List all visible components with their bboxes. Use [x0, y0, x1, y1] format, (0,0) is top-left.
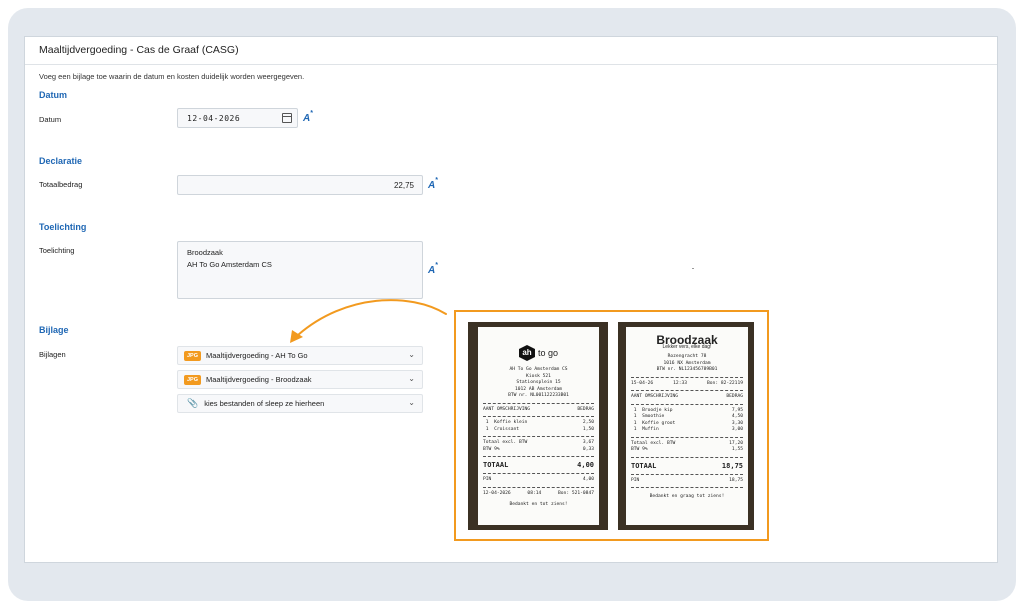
receipt-address-line: BTW nr. NL123456789B01 — [656, 367, 718, 372]
section-title-datum: Datum — [39, 90, 68, 100]
receipt-thanks: Bedankt en graag tot ziens! — [649, 494, 725, 499]
receipt-thanks: Bedankt en tot ziens! — [509, 502, 568, 507]
upload-dropzone[interactable]: 📎 kies bestanden of sleep ze hierheen ⌄ — [177, 394, 423, 413]
receipt-col-head: AANT OMSCHRIJVING — [631, 394, 679, 399]
receipt-col-head: AANT OMSCHRIJVING — [483, 406, 531, 412]
panel-title: Maaltijdvergoeding - Cas de Graaf (CASG) — [25, 37, 997, 65]
toelichting-textarea[interactable]: Broodzaak AH To Go Amsterdam CS — [177, 241, 423, 299]
attachment-item[interactable]: JPG Maaltijdvergoeding - Broodzaak ⌄ — [177, 370, 423, 389]
receipt-datetime: 15-04-26 12:33 Bon: 82-22119 — [631, 380, 743, 386]
toelichting-line-1: Broodzaak — [187, 248, 223, 257]
receipt-broodzaak: Broodzaak Lekker vers, elke dag! Rozengr… — [626, 327, 748, 525]
receipt-subtitle: Lekker vers, elke dag! — [662, 343, 712, 350]
section-title-bijlage: Bijlage — [39, 325, 69, 335]
datum-label: Datum — [39, 115, 62, 124]
stray-dot — [692, 268, 694, 269]
receipt-total: TOTAAL 4,00 — [483, 461, 594, 469]
toelichting-label: Toelichting — [39, 246, 75, 255]
section-title-toelichting: Toelichting — [39, 222, 87, 232]
chevron-down-icon[interactable]: ⌄ — [408, 398, 415, 407]
receipt-btw: BTW 9% 0,33 — [483, 446, 594, 452]
upload-label: kies bestanden of sleep ze hierheen — [204, 399, 325, 408]
totaalbedrag-label: Totaalbedrag — [39, 180, 83, 189]
receipt-btw: BTW 9% 1,55 — [631, 447, 743, 452]
ai-sparkle-icon[interactable]: A — [428, 262, 438, 276]
jpg-badge: JPG — [184, 350, 202, 361]
paperclip-icon: 📎 — [187, 398, 199, 408]
attachment-item[interactable]: JPG Maaltijdvergoeding - AH To Go ⌄ — [177, 346, 423, 365]
chevron-down-icon[interactable]: ⌄ — [408, 350, 415, 359]
attachment-name: Maaltijdvergoeding - AH To Go — [206, 351, 308, 360]
receipts-preview: ah to go AH To Go Amsterdam CS Kiosk 521… — [454, 310, 769, 541]
jpg-badge: JPG — [184, 374, 202, 385]
chevron-down-icon[interactable]: ⌄ — [408, 374, 415, 383]
receipt-col-head: BEDRAG — [577, 406, 594, 412]
calendar-icon[interactable] — [282, 113, 292, 123]
toelichting-line-2: AH To Go Amsterdam CS — [187, 260, 272, 269]
receipt-col-head: BEDRAG — [726, 394, 743, 399]
intro-text: Voeg een bijlage toe waarin de datum en … — [39, 72, 305, 81]
receipt-line: 1 Muffin 3,00 — [633, 427, 743, 432]
ai-sparkle-icon[interactable]: A — [428, 177, 438, 191]
date-value: 12-04-2026 — [187, 114, 241, 123]
attachment-name: Maaltijdvergoeding - Broodzaak — [206, 375, 312, 384]
receipt-address-line: BTW nr. NL001122233B01 — [508, 393, 569, 398]
receipt-total: TOTAAL 18,75 — [631, 461, 743, 470]
receipt-line: 1 Croissant 1,50 — [485, 426, 594, 432]
ai-sparkle-icon[interactable]: A — [303, 110, 313, 124]
receipt-brand: to go — [537, 347, 559, 358]
amount-input[interactable]: 22,75 — [177, 175, 423, 195]
receipt-datetime: 12-04-2026 08:14 Bon: 521-0847 — [483, 490, 594, 496]
receipt-ah: ah to go AH To Go Amsterdam CS Kiosk 521… — [478, 327, 599, 525]
receipt-photo-ah: ah to go AH To Go Amsterdam CS Kiosk 521… — [468, 322, 608, 530]
receipt-pin: PIN 4,00 — [483, 477, 594, 482]
receipt-pin: PIN 18,75 — [631, 477, 743, 483]
ah-logo: ah — [518, 345, 535, 361]
section-title-declaratie: Declaratie — [39, 156, 83, 166]
date-input[interactable]: 12-04-2026 — [177, 108, 298, 128]
bijlagen-label: Bijlagen — [39, 350, 66, 359]
form-panel: Maaltijdvergoeding - Cas de Graaf (CASG)… — [24, 36, 998, 563]
receipt-photo-broodzaak: Broodzaak Lekker vers, elke dag! Rozengr… — [618, 322, 754, 530]
